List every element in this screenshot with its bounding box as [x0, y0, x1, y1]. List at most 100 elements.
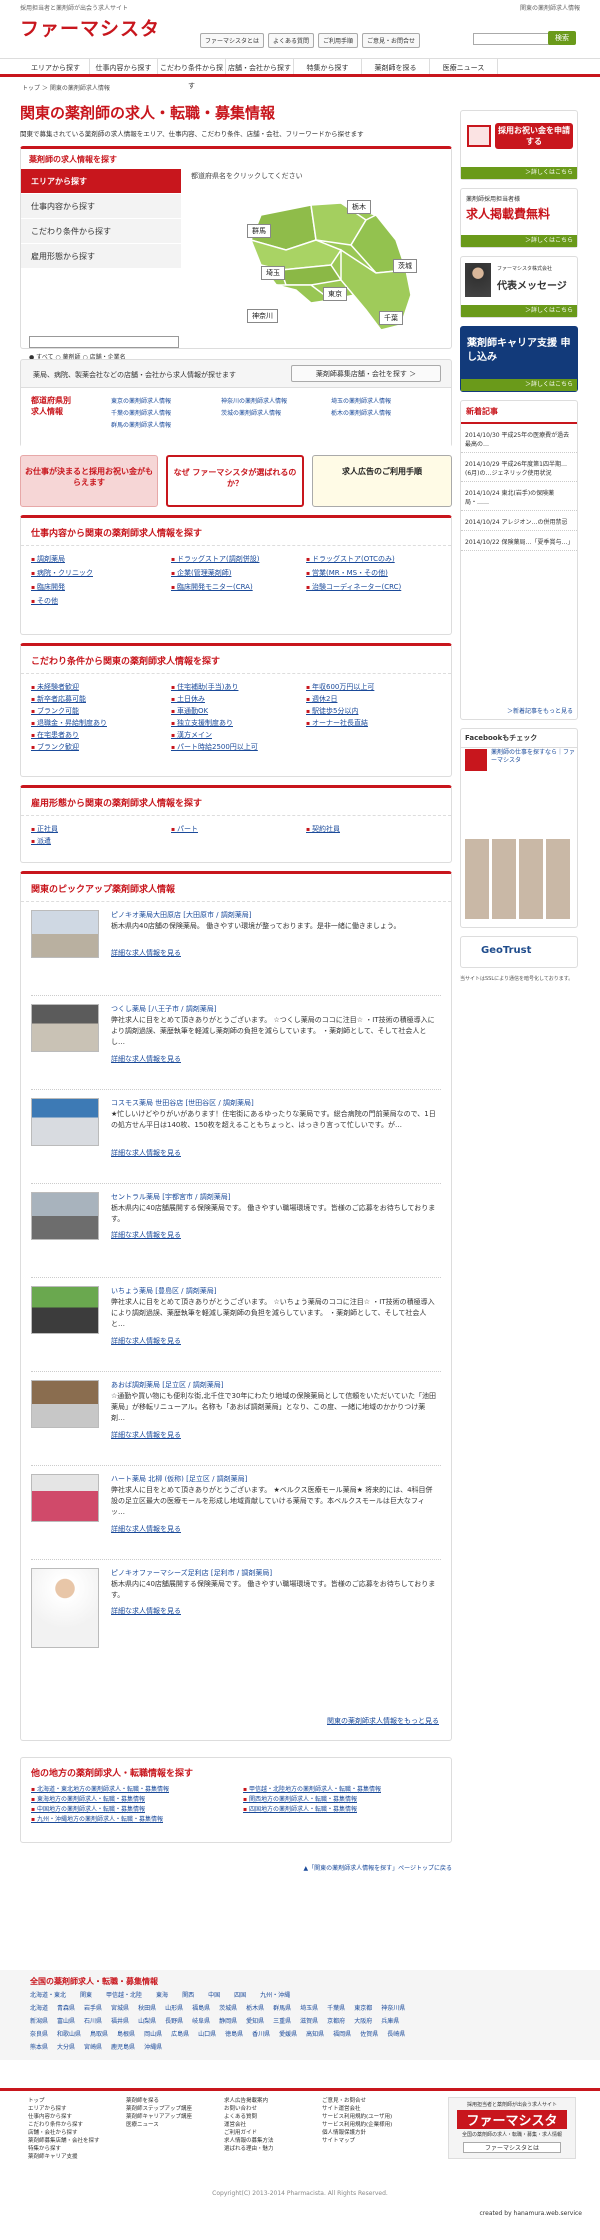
pref-link[interactable]: 熊本県: [30, 2042, 48, 2051]
news-more[interactable]: ＞新着記事をもっと見る: [507, 706, 573, 715]
pickup-name[interactable]: ピノキオ薬局大田原店 [大田原市 / 調剤薬局]: [111, 910, 252, 920]
pref-link[interactable]: 高知県: [306, 2029, 324, 2038]
kodawari-link[interactable]: 在宅患者あり: [31, 730, 79, 740]
pref-chiba[interactable]: 千葉: [379, 311, 403, 325]
pref-link[interactable]: 長崎県: [387, 2029, 405, 2038]
career-more[interactable]: ＞詳しくはこちら: [461, 379, 577, 391]
tab-job[interactable]: 仕事内容から探す: [21, 194, 181, 219]
free-ad-more[interactable]: ＞詳しくはこちら: [461, 235, 577, 247]
pref-link[interactable]: 滋賀県: [300, 2016, 318, 2025]
pref-link[interactable]: 京都府: [327, 2016, 345, 2025]
pref-link[interactable]: 岐阜県: [192, 2016, 210, 2025]
header-search-button[interactable]: 検索: [548, 31, 576, 45]
guide-banner[interactable]: 求人広告のご利用手順: [312, 455, 452, 507]
pref-link[interactable]: 富山県: [57, 2016, 75, 2025]
pref-link[interactable]: 岡山県: [144, 2029, 162, 2038]
pref-link[interactable]: 福井県: [111, 2016, 129, 2025]
career-support-box[interactable]: 薬剤師キャリア支援 申し込み ＞詳しくはこちら: [460, 326, 578, 392]
footer-logo[interactable]: ファーマシスタ: [457, 2110, 567, 2129]
other-region-link[interactable]: 四国地方の薬剤師求人・転職・募集情報: [243, 1804, 357, 1813]
kodawari-link[interactable]: 未経験者歓迎: [31, 682, 79, 692]
footer-link[interactable]: 薬剤師募集店舗・会社を探す: [28, 2137, 122, 2145]
pref-link[interactable]: 鳥取県: [90, 2029, 108, 2038]
footer-link[interactable]: 選ばれる理由・魅力: [224, 2145, 318, 2153]
kodawari-link[interactable]: 独立支援制度あり: [171, 718, 233, 728]
pref-link[interactable]: 山形県: [165, 2003, 183, 2012]
koyou-link[interactable]: 契約社員: [306, 824, 340, 834]
pref-link[interactable]: 広島県: [171, 2029, 189, 2038]
job-link[interactable]: ドラッグストア(調剤併設): [171, 554, 259, 564]
kodawari-link[interactable]: 駅徒歩5分以内: [306, 706, 358, 716]
footer-link[interactable]: サービス利用規約(企業様用): [322, 2121, 416, 2129]
pickup-more-link[interactable]: 関東の薬剤師求人情報をもっと見る: [327, 1716, 439, 1726]
footer-link[interactable]: ご意見・お問合せ: [322, 2097, 416, 2105]
job-link[interactable]: 臨床開発モニター(CRA): [171, 582, 253, 592]
ceo-more[interactable]: ＞詳しくはこちら: [461, 305, 577, 317]
pref-link[interactable]: 山梨県: [138, 2016, 156, 2025]
koyou-link[interactable]: パート: [171, 824, 198, 834]
pref-link[interactable]: 栃木県: [246, 2003, 264, 2012]
tab-area[interactable]: エリアから探す: [21, 169, 181, 194]
oiwai-box[interactable]: 採用お祝い金を申請する ＞詳しくはこちら: [460, 110, 578, 180]
other-region-link[interactable]: 中国地方の薬剤師求人・転職・募集情報: [31, 1804, 145, 1813]
kodawari-link[interactable]: パート時給2500円以上可: [171, 742, 258, 752]
pref-link[interactable]: 愛知県: [246, 2016, 264, 2025]
faq-link[interactable]: よくある質問: [268, 33, 315, 48]
footer-link[interactable]: サイトマップ: [322, 2137, 416, 2145]
free-ad-box[interactable]: 薬剤師採用担当者様 求人掲載費無料 ＞詳しくはこちら: [460, 188, 578, 248]
pref-link[interactable]: 鹿児島県: [111, 2042, 135, 2051]
other-region-link[interactable]: 北海道・東北地方の薬剤師求人・転職・募集情報: [31, 1784, 169, 1793]
region-link[interactable]: 中国: [208, 1990, 220, 1999]
job-link[interactable]: 臨床開発: [31, 582, 65, 592]
kodawari-link[interactable]: ブランク可能: [31, 706, 79, 716]
pref-link[interactable]: 北海道: [30, 2003, 48, 2012]
pickup-name[interactable]: つくし薬局 [八王子市 / 調剤薬局]: [111, 1004, 217, 1014]
kodawari-link[interactable]: 住宅補助(手当)あり: [171, 682, 238, 692]
kodawari-link[interactable]: ブランク歓迎: [31, 742, 79, 752]
kodawari-link[interactable]: 年収600万円以上可: [306, 682, 374, 692]
region-link[interactable]: 北海道・東北: [30, 1990, 66, 1999]
pref-link[interactable]: 群馬の薬剤師求人情報: [111, 420, 171, 429]
pickup-detail-link[interactable]: 詳細な求人情報を見る: [111, 1606, 181, 1616]
job-link[interactable]: 企業(管理薬剤師): [171, 568, 231, 578]
tab-kodawari[interactable]: こだわり条件から探す: [21, 219, 181, 244]
job-link[interactable]: 調剤薬局: [31, 554, 65, 564]
job-link[interactable]: ドラッグストア(OTCのみ): [306, 554, 395, 564]
region-link[interactable]: 甲信越・北陸: [106, 1990, 142, 1999]
guide-link[interactable]: ご利用手順: [318, 33, 359, 48]
footer-link[interactable]: 薬剤師キャリアアップ講座: [126, 2113, 220, 2121]
footer-link[interactable]: こだわり条件から探す: [28, 2121, 122, 2129]
pref-link[interactable]: 奈良県: [30, 2029, 48, 2038]
kodawari-link[interactable]: 土日休み: [171, 694, 205, 704]
job-link[interactable]: その他: [31, 596, 58, 606]
other-region-link[interactable]: 関西地方の薬剤師求人・転職・募集情報: [243, 1794, 357, 1803]
pref-link[interactable]: 静岡県: [219, 2016, 237, 2025]
pref-link[interactable]: 石川県: [84, 2016, 102, 2025]
news-item[interactable]: 2014/10/30 平成25年の医療費が過去最高の…: [461, 428, 577, 453]
pref-link[interactable]: 三重県: [273, 2016, 291, 2025]
pickup-detail-link[interactable]: 詳細な求人情報を見る: [111, 1148, 181, 1158]
job-link[interactable]: 営業(MR・MS・その他): [306, 568, 388, 578]
footer-link[interactable]: 個人情報保護方針: [322, 2129, 416, 2137]
region-link[interactable]: 四国: [234, 1990, 246, 1999]
footer-link[interactable]: 求人情報の募集方法: [224, 2137, 318, 2145]
footer-link[interactable]: 薬剤師ステップアップ講座: [126, 2105, 220, 2113]
footer-link[interactable]: 特集から探す: [28, 2145, 122, 2153]
corp-search-button[interactable]: 薬剤師募集店舗・会社を探す ＞: [291, 365, 441, 382]
pickup-detail-link[interactable]: 詳細な求人情報を見る: [111, 1336, 181, 1346]
news-item[interactable]: 2014/10/24 東北(岩手)の保険薬局・……: [461, 486, 577, 511]
pickup-name[interactable]: ハート薬局 北柳 (仮称) [足立区 / 調剤薬局]: [111, 1474, 247, 1484]
pref-kanagawa[interactable]: 神奈川: [247, 309, 278, 323]
news-item[interactable]: 2014/10/22 保険薬局…「夏季賞与…」: [461, 535, 577, 551]
pickup-name[interactable]: いちょう薬局 [豊島区 / 調剤薬局]: [111, 1286, 217, 1296]
footer-link[interactable]: 薬剤師キャリア支援: [28, 2153, 122, 2161]
pickup-detail-link[interactable]: 詳細な求人情報を見る: [111, 1524, 181, 1534]
pref-link[interactable]: 大阪府: [354, 2016, 372, 2025]
kodawari-link[interactable]: 週休2日: [306, 694, 337, 704]
footer-link[interactable]: 求人広告掲載案内: [224, 2097, 318, 2105]
page-top-link[interactable]: ▲「関東の薬剤師求人情報を探す」ページトップに戻る: [20, 1863, 453, 1872]
kodawari-link[interactable]: オーナー社長直結: [306, 718, 368, 728]
pref-saitama[interactable]: 埼玉: [261, 266, 285, 280]
about-link[interactable]: ファーマシスタとは: [200, 33, 265, 48]
pref-tochigi[interactable]: 栃木: [347, 200, 371, 214]
